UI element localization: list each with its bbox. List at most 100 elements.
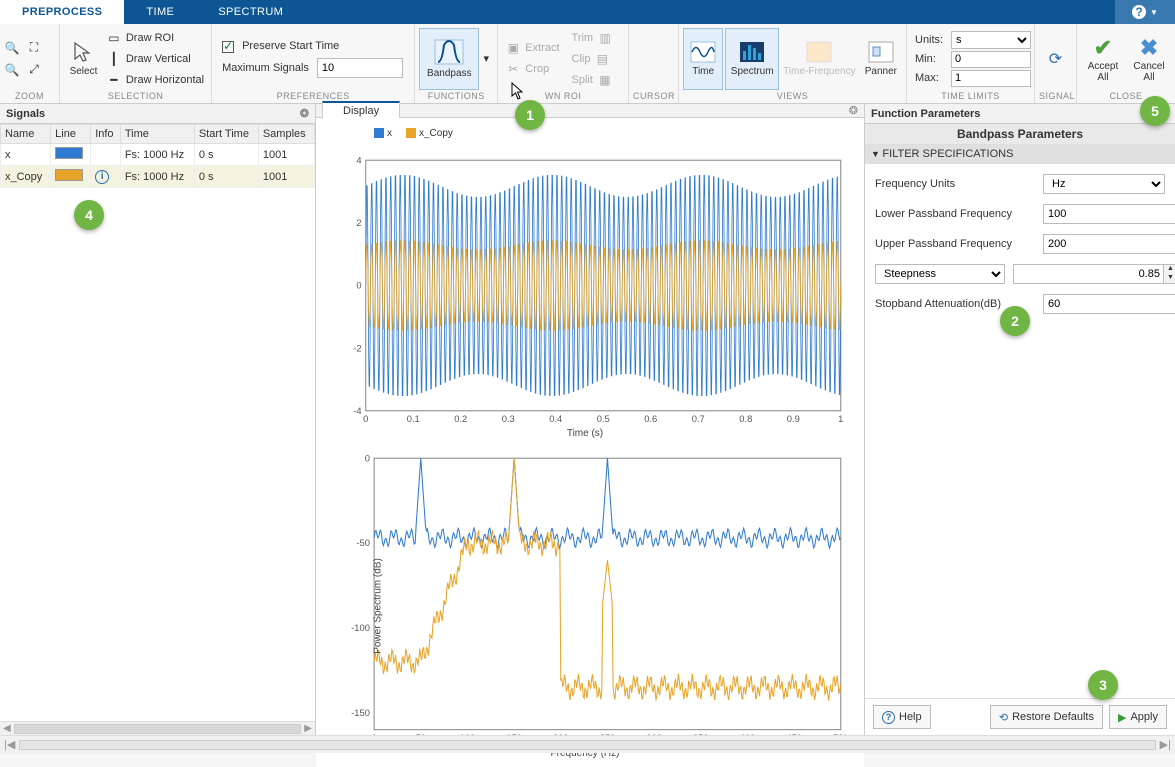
split-icon: ▦ — [597, 72, 613, 88]
lower-passband-label: Lower Passband Frequency — [875, 208, 1035, 220]
filter-spec-header[interactable]: ▼ FILTER SPECIFICATIONS — [865, 145, 1175, 164]
step-badge-2: 2 — [1000, 306, 1030, 336]
svg-text:2: 2 — [356, 217, 361, 228]
bandpass-button[interactable]: Bandpass — [419, 28, 479, 90]
col-start-time[interactable]: Start Time — [194, 125, 258, 144]
crop-button: ✂Crop — [502, 60, 562, 78]
signals-table: Name Line Info Time Start Time Samples x… — [0, 124, 315, 188]
lower-passband-input[interactable] — [1043, 204, 1175, 224]
cancel-all-button[interactable]: ✖ Cancel All — [1127, 28, 1171, 90]
steepness-spinner[interactable]: ▲▼ — [1164, 264, 1175, 284]
tab-preprocess[interactable]: PREPROCESS — [0, 0, 124, 24]
help-icon: ? — [882, 711, 895, 724]
help-icon: ? — [1132, 5, 1146, 19]
svg-text:4: 4 — [356, 155, 361, 165]
select-button[interactable]: Select — [64, 28, 103, 90]
stopband-atten-input[interactable] — [1043, 294, 1175, 314]
params-title: Function Parameters — [865, 104, 1175, 124]
functions-dropdown[interactable]: ▾ — [479, 28, 493, 90]
panner-button[interactable]: Panner — [860, 28, 902, 90]
group-label-drawn-roi: WN ROI — [502, 91, 624, 103]
extract-button: ▣Extract — [502, 39, 562, 57]
panner-icon — [868, 41, 894, 63]
spectrum-view-icon — [739, 41, 765, 63]
tab-time[interactable]: TIME — [124, 0, 196, 24]
col-line[interactable]: Line — [51, 125, 91, 144]
restore-defaults-button[interactable]: ⟲ Restore Defaults — [990, 705, 1103, 729]
roi-icon: ▭ — [106, 30, 122, 46]
bottom-scrollbar[interactable]: |◀▶| — [0, 735, 1175, 753]
freq-units-select[interactable]: Hz — [1043, 174, 1165, 194]
group-label-functions: FUNCTIONS — [419, 91, 493, 103]
view-time-frequency-button[interactable]: Time-Frequency — [781, 28, 858, 90]
col-info[interactable]: Info — [91, 125, 121, 144]
view-spectrum-button[interactable]: Spectrum — [725, 28, 779, 90]
svg-text:1: 1 — [838, 413, 843, 424]
play-icon: ▶ — [1118, 711, 1126, 724]
signals-title: Signals — [6, 108, 45, 120]
svg-text:0.4: 0.4 — [549, 413, 562, 424]
help-button[interactable]: ? Help — [873, 705, 931, 729]
tab-spectrum[interactable]: SPECTRUM — [196, 0, 305, 24]
svg-text:0.8: 0.8 — [739, 413, 752, 424]
col-samples[interactable]: Samples — [258, 125, 314, 144]
step-badge-4: 4 — [74, 200, 104, 230]
svg-text:-150: -150 — [351, 707, 370, 718]
zoom-roi-icon[interactable]: ⛶ — [26, 40, 42, 56]
units-select[interactable]: s — [951, 31, 1031, 49]
draw-horizontal-button[interactable]: ━Draw Horizontal — [103, 71, 207, 89]
display-tab[interactable]: Display — [322, 101, 400, 119]
split-button: Split▦ — [569, 71, 617, 89]
vertical-icon: ┃ — [106, 51, 122, 67]
accept-all-button[interactable]: ✔ Accept All — [1081, 28, 1125, 90]
display-panel: Display ❂ x x_Copy -4-202400.10.20.30.40… — [316, 104, 865, 735]
cursor-icon — [72, 41, 94, 63]
crop-icon: ✂ — [505, 61, 521, 77]
trim-button: Trim▥ — [569, 29, 617, 47]
group-label-cursor: CURSOR — [633, 91, 674, 103]
preserve-start-time-checkbox[interactable]: Preserve Start Time — [222, 40, 403, 52]
signal-refresh-icon[interactable]: ⟳ — [1048, 51, 1064, 67]
horizontal-icon: ━ — [106, 72, 122, 88]
step-badge-3: 3 — [1088, 670, 1118, 700]
plot-legend: x x_Copy — [374, 128, 846, 139]
view-time-button[interactable]: Time — [683, 28, 723, 90]
zoom-fit-icon[interactable]: ⤢ — [26, 62, 42, 78]
cancel-icon: ✖ — [1140, 35, 1158, 61]
signals-options-icon[interactable]: ❂ — [300, 107, 309, 120]
group-label-selection: SELECTION — [64, 91, 207, 103]
zoom-out-icon[interactable]: 🔍 — [4, 62, 20, 78]
group-label-time-limits: TIME LIMITS — [911, 91, 1030, 103]
svg-text:0.6: 0.6 — [644, 413, 657, 424]
draw-roi-button[interactable]: ▭Draw ROI — [103, 29, 207, 47]
info-icon[interactable]: i — [95, 170, 109, 184]
ribbon-tabs: PREPROCESS TIME SPECTRUM ? ▼ — [0, 0, 1175, 24]
timefreq-view-icon — [806, 41, 832, 63]
table-row[interactable]: xFs: 1000 Hz0 s1001 — [1, 144, 315, 166]
toolstrip: 🔍 ⛶ 🔍 ⤢ ZOOM Select ▭Draw ROI ┃Draw Vert… — [0, 24, 1175, 104]
display-options-icon[interactable]: ❂ — [843, 104, 864, 117]
svg-text:0: 0 — [363, 413, 368, 424]
svg-text:0.2: 0.2 — [454, 413, 467, 424]
col-name[interactable]: Name — [1, 125, 51, 144]
table-row[interactable]: x_CopyiFs: 1000 Hz0 s1001 — [1, 166, 315, 188]
draw-vertical-button[interactable]: ┃Draw Vertical — [103, 50, 207, 68]
spectrum-ylabel: Power Spectrum (dB) — [372, 558, 383, 654]
upper-passband-input[interactable] — [1043, 234, 1175, 254]
spectrum-plot[interactable]: Power Spectrum (dB) 0-50-100-15005010015… — [324, 453, 846, 758]
svg-text:-4: -4 — [353, 405, 361, 416]
group-label-signal: SIGNAL — [1039, 91, 1072, 103]
col-time[interactable]: Time — [120, 125, 194, 144]
steepness-select[interactable]: Steepness — [875, 264, 1005, 284]
svg-text:0.1: 0.1 — [407, 413, 420, 424]
max-input[interactable] — [951, 70, 1031, 87]
max-signals-input[interactable] — [317, 58, 403, 78]
group-label-views: VIEWS — [683, 91, 902, 103]
apply-button[interactable]: ▶ Apply — [1109, 705, 1167, 729]
time-plot[interactable]: -4-202400.10.20.30.40.50.60.70.80.91 Tim… — [324, 155, 846, 439]
step-badge-1: 1 — [515, 100, 545, 130]
zoom-in-icon[interactable]: 🔍 — [4, 40, 20, 56]
steepness-input[interactable] — [1013, 264, 1164, 284]
help-dropdown[interactable]: ? ▼ — [1115, 0, 1175, 24]
min-input[interactable] — [951, 51, 1031, 68]
